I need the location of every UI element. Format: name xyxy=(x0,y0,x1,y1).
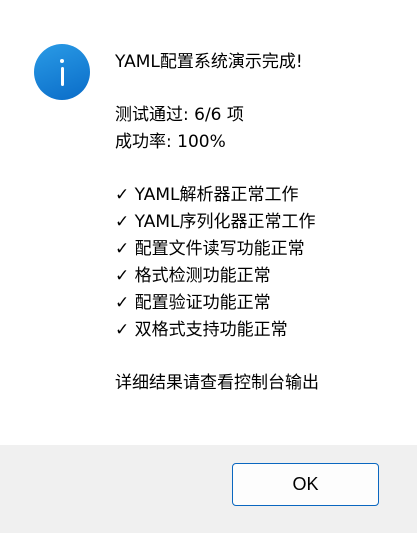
summary-rate: 成功率: 100% xyxy=(115,132,226,152)
ok-button[interactable]: OK xyxy=(232,463,379,506)
check-item: ✓ 格式检测功能正常 xyxy=(115,266,271,286)
summary-passed: 测试通过: 6/6 项 xyxy=(115,105,244,125)
check-item: ✓ 配置文件读写功能正常 xyxy=(115,239,305,259)
info-icon xyxy=(34,44,90,100)
check-item: ✓ 双格式支持功能正常 xyxy=(115,320,288,340)
check-item: ✓ YAML解析器正常工作 xyxy=(115,185,299,205)
message-text: YAML配置系统演示完成! 测试通过: 6/6 项 成功率: 100% ✓ YA… xyxy=(115,49,319,397)
check-item: ✓ YAML序列化器正常工作 xyxy=(115,212,316,232)
footer-note: 详细结果请查看控制台输出 xyxy=(115,373,319,393)
check-item: ✓ 配置验证功能正常 xyxy=(115,293,271,313)
message-title: YAML配置系统演示完成! xyxy=(115,52,303,72)
